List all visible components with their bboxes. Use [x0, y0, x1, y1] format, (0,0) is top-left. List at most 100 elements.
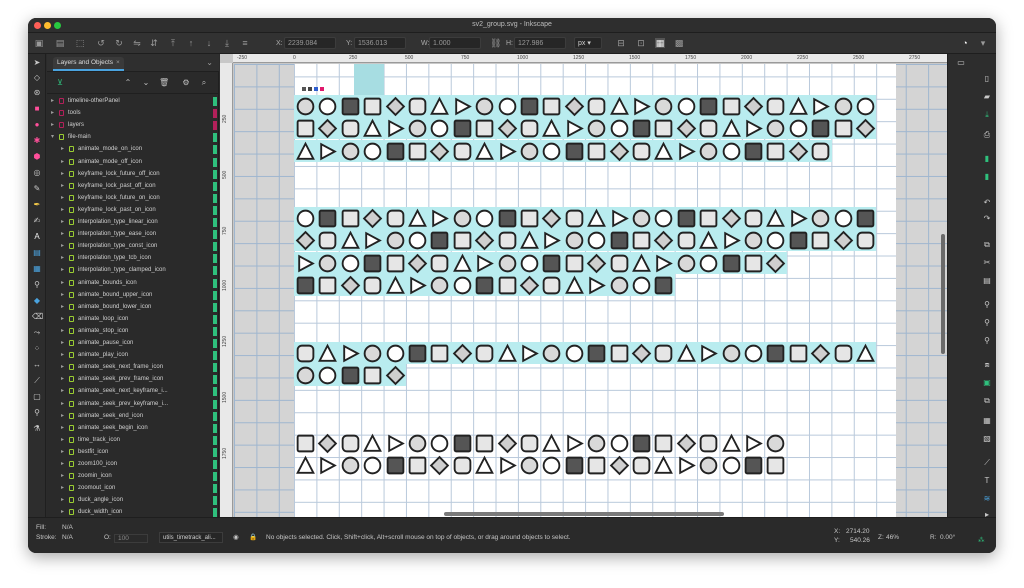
raise-to-top-icon[interactable]: ⤒ — [168, 38, 178, 48]
sheet-icon[interactable] — [519, 253, 540, 274]
sheet-icon[interactable] — [855, 118, 876, 139]
expand-chevron-icon[interactable]: ▸ — [61, 337, 64, 349]
save-document-icon[interactable]: ⤓ — [982, 110, 992, 120]
sheet-icon[interactable] — [810, 118, 831, 139]
layer-row[interactable]: ▸ animate_bound_upper_icon — [47, 289, 219, 301]
sheet-icon[interactable] — [317, 230, 338, 251]
layer-color-tag[interactable] — [213, 387, 217, 397]
layer-row[interactable]: ▸ animate_bound_lower_icon — [47, 301, 219, 313]
sheet-icon[interactable] — [564, 275, 585, 296]
sheet-icon[interactable] — [676, 208, 697, 229]
expand-chevron-icon[interactable]: ▸ — [61, 410, 64, 422]
sheet-icon[interactable] — [452, 141, 473, 162]
deselect-icon[interactable]: ⬚ — [75, 38, 85, 48]
settings-gear-icon[interactable]: ⚙ — [181, 78, 191, 87]
layer-color-tag[interactable] — [213, 230, 217, 240]
pages-tool-icon[interactable]: ▢ — [32, 392, 42, 402]
sheet-icon[interactable] — [855, 230, 876, 251]
text-tool-icon[interactable]: A — [32, 232, 42, 242]
layer-row[interactable]: ▸ animate_play_icon — [47, 349, 219, 361]
sheet-icon[interactable] — [586, 433, 607, 454]
sheet-icon[interactable] — [317, 96, 338, 117]
sheet-icon[interactable] — [407, 230, 428, 251]
collapse-chevron-icon[interactable]: ▾ — [51, 131, 54, 143]
layer-row[interactable]: ▸ interpolation_type_clamped_icon — [47, 264, 219, 276]
sheet-icon[interactable] — [429, 208, 450, 229]
sheet-icon[interactable] — [698, 455, 719, 476]
layer-row[interactable]: ▸ keyframe_lock_future_off_icon — [47, 168, 219, 180]
expand-chevron-icon[interactable]: ▸ — [61, 156, 64, 168]
sheet-icon[interactable] — [407, 208, 428, 229]
layer-row[interactable]: ▾ file-main — [47, 131, 219, 143]
sheet-icon[interactable] — [810, 230, 831, 251]
import-icon[interactable]: ▮ — [982, 154, 992, 164]
layers-panel-icon[interactable]: ≋ — [982, 494, 992, 504]
zoom-tool-icon[interactable]: ⚲ — [32, 408, 42, 418]
sheet-icon[interactable] — [833, 343, 854, 364]
sheet-icon[interactable] — [833, 96, 854, 117]
sheet-icon[interactable] — [653, 208, 674, 229]
layer-color-tag[interactable] — [213, 302, 217, 312]
layer-color-tag[interactable] — [213, 254, 217, 264]
layer-row[interactable]: ▸ animate_seek_next_keyframe_i... — [47, 385, 219, 397]
sheet-icon[interactable] — [721, 208, 742, 229]
expand-chevron-icon[interactable]: ▸ — [61, 168, 64, 180]
search-icon[interactable]: ⌕ — [199, 78, 209, 88]
sheet-icon[interactable] — [721, 96, 742, 117]
sheet-icon[interactable] — [385, 118, 406, 139]
layer-color-tag[interactable] — [213, 97, 217, 106]
sheet-icon[interactable] — [474, 141, 495, 162]
sheet-icon[interactable] — [609, 118, 630, 139]
text-font-icon[interactable]: T — [982, 476, 992, 486]
sheet-icon[interactable] — [541, 141, 562, 162]
sheet-icon[interactable] — [653, 230, 674, 251]
sheet-icon[interactable] — [631, 118, 652, 139]
lower-item-icon[interactable]: ⌄ — [141, 78, 151, 87]
sheet-icon[interactable] — [653, 343, 674, 364]
fill-value[interactable]: N/A — [62, 524, 73, 531]
calligraphy-tool-icon[interactable]: ✍ — [32, 216, 42, 226]
expand-chevron-icon[interactable]: ▸ — [51, 107, 54, 119]
sheet-icon[interactable] — [385, 343, 406, 364]
spiral-tool-icon[interactable]: ◎ — [32, 168, 42, 178]
selector-tool-icon[interactable]: ➤ — [32, 58, 42, 68]
sheet-icon[interactable] — [653, 455, 674, 476]
rotate-ccw-icon[interactable]: ↺ — [96, 38, 106, 48]
sheet-icon[interactable] — [429, 455, 450, 476]
sheet-icon[interactable] — [564, 96, 585, 117]
sheet-icon[interactable] — [497, 433, 518, 454]
sheet-icon[interactable] — [631, 433, 652, 454]
sheet-icon[interactable] — [788, 343, 809, 364]
sheet-icon[interactable] — [788, 96, 809, 117]
expand-chevron-icon[interactable]: ▸ — [61, 204, 64, 216]
sheet-icon[interactable] — [631, 96, 652, 117]
sheet-icon[interactable] — [385, 275, 406, 296]
select-all-icon[interactable]: ▣ — [34, 38, 44, 48]
sheet-icon[interactable] — [676, 230, 697, 251]
layer-row[interactable]: ▸ duck_angle_icon — [47, 494, 219, 506]
sheet-icon[interactable] — [362, 141, 383, 162]
layer-row[interactable]: ▸ animate_mode_off_icon — [47, 156, 219, 168]
sheet-icon[interactable] — [519, 343, 540, 364]
copy-icon[interactable]: ⧉ — [982, 240, 992, 250]
drawing-canvas[interactable] — [234, 64, 947, 517]
sheet-icon[interactable] — [362, 230, 383, 251]
layer-row[interactable]: ▸ animate_mode_on_icon — [47, 143, 219, 155]
sheet-icon[interactable] — [698, 343, 719, 364]
sheet-icon[interactable] — [362, 96, 383, 117]
sheet-icon[interactable] — [295, 118, 316, 139]
sheet-icon[interactable] — [833, 230, 854, 251]
lpe-tool-icon[interactable]: ⟋ — [32, 376, 42, 386]
measure-tool-icon[interactable]: ↔ — [32, 360, 42, 370]
sheet-icon[interactable] — [429, 230, 450, 251]
tweak-tool-icon[interactable]: ⊛ — [32, 88, 42, 98]
export-icon[interactable]: ▮ — [982, 172, 992, 182]
flip-horizontal-icon[interactable]: ⇋ — [132, 38, 142, 48]
sheet-icon[interactable] — [586, 230, 607, 251]
layer-row[interactable]: ▸ zoomout_icon — [47, 482, 219, 494]
layer-row[interactable]: ▸ animate_seek_begin_icon — [47, 422, 219, 434]
layer-color-tag[interactable] — [213, 218, 217, 227]
unit-select[interactable]: px ▾ — [574, 37, 602, 49]
sheet-icon[interactable] — [631, 208, 652, 229]
rotation-value[interactable]: 0.00° — [940, 534, 955, 541]
